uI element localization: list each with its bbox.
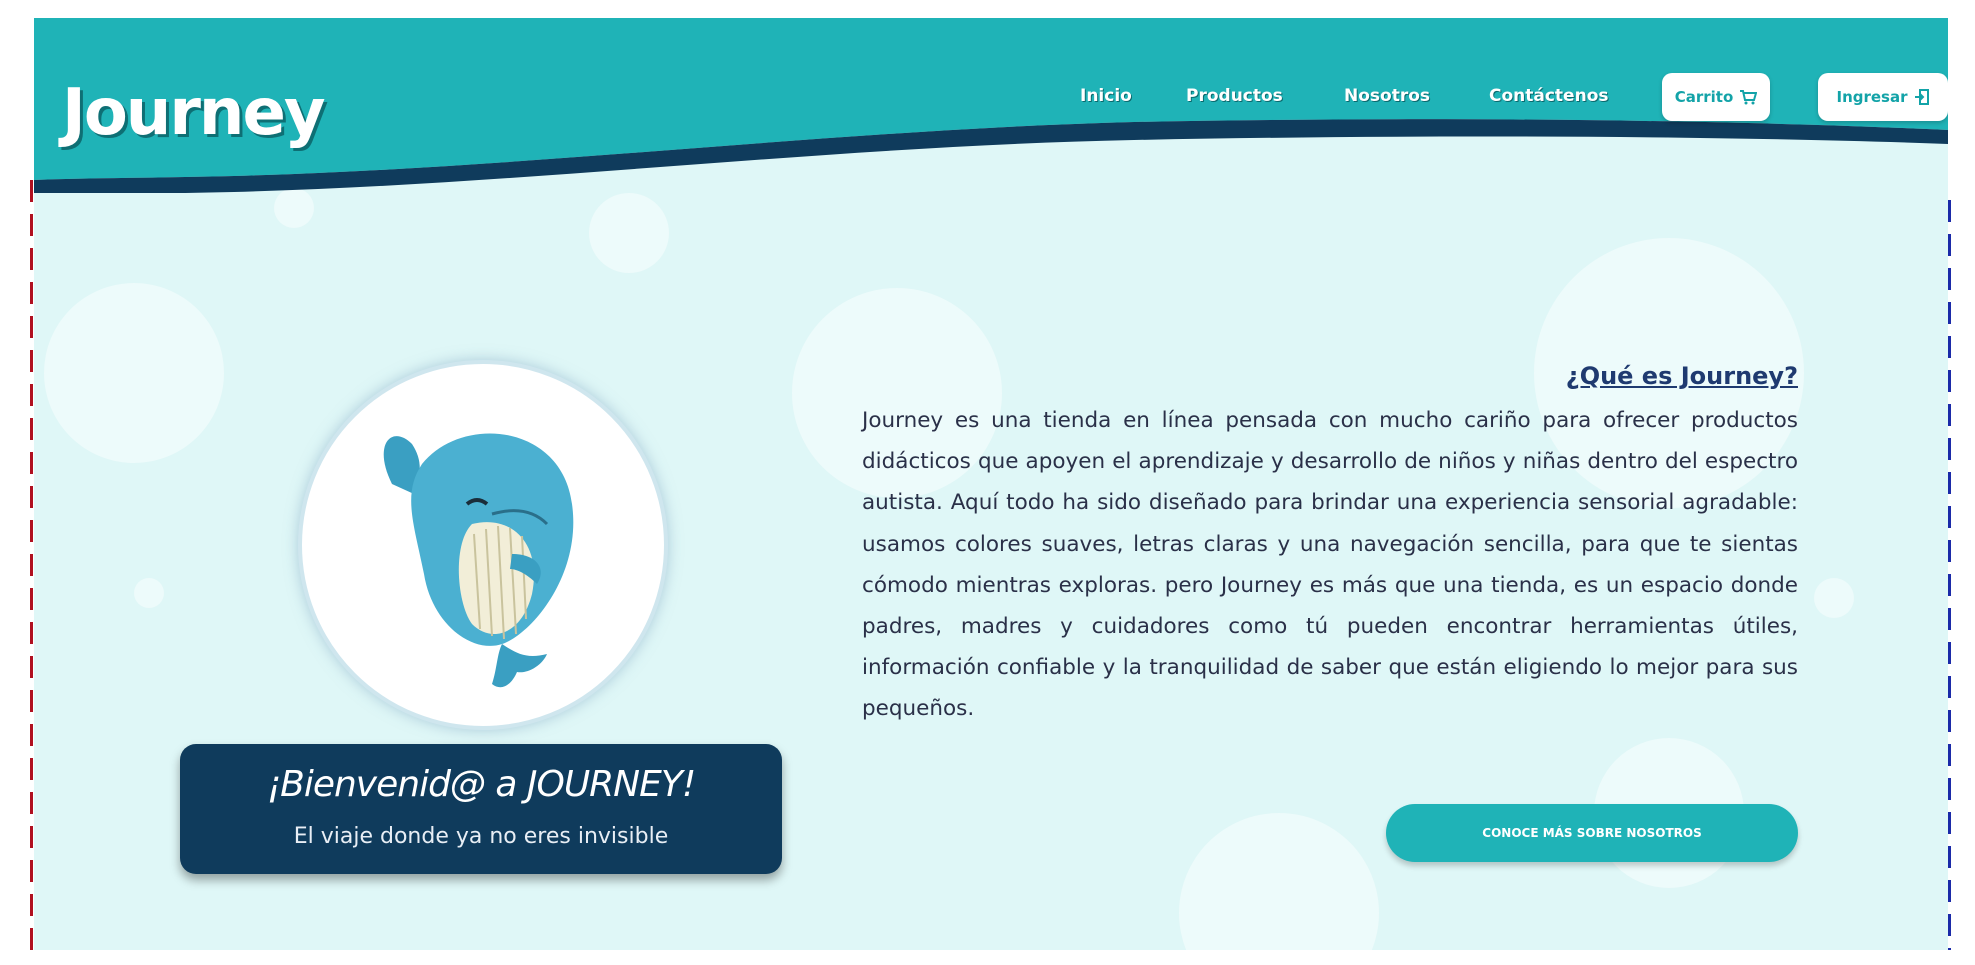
cart-label: Carrito <box>1674 88 1734 106</box>
whale-illustration <box>383 433 574 688</box>
about-us-button[interactable]: CONOCE MÁS SOBRE NOSOTROS <box>1386 804 1798 862</box>
login-button[interactable]: Ingresar <box>1818 73 1948 121</box>
bubble-decoration <box>1179 813 1379 950</box>
login-icon <box>1914 89 1929 105</box>
right-edge-line <box>1948 200 1951 950</box>
bubble-decoration <box>274 188 314 228</box>
welcome-title: ¡Bienvenid@ a JOURNEY! <box>266 764 697 805</box>
nav-item-productos[interactable]: Productos <box>1186 86 1283 106</box>
welcome-subtitle: El viaje donde ya no eres invisible <box>293 824 669 849</box>
left-edge-line <box>30 180 33 950</box>
nav-item-contactenos[interactable]: Contáctenos <box>1489 86 1609 106</box>
bubble-decoration <box>44 283 224 463</box>
bubble-decoration <box>1814 578 1854 618</box>
whale-image-frame <box>298 360 668 730</box>
bubble-decoration <box>589 193 669 273</box>
about-title: ¿Qué es Journey? <box>1565 362 1798 390</box>
cart-button[interactable]: Carrito <box>1662 73 1770 121</box>
site-header: Journey Inicio Productos Nosotros Contác… <box>34 18 1948 193</box>
brand-logo[interactable]: Journey <box>62 76 326 150</box>
bubble-decoration <box>134 578 164 608</box>
login-label: Ingresar <box>1836 88 1908 106</box>
nav-item-nosotros[interactable]: Nosotros <box>1344 86 1430 106</box>
nav-item-inicio[interactable]: Inicio <box>1080 86 1132 106</box>
welcome-card: ¡Bienvenid@ a JOURNEY! El viaje donde ya… <box>180 744 782 874</box>
page: Journey Inicio Productos Nosotros Contác… <box>34 18 1948 950</box>
cart-icon <box>1740 90 1758 105</box>
about-text: Journey es una tienda en línea pensada c… <box>862 408 1798 722</box>
